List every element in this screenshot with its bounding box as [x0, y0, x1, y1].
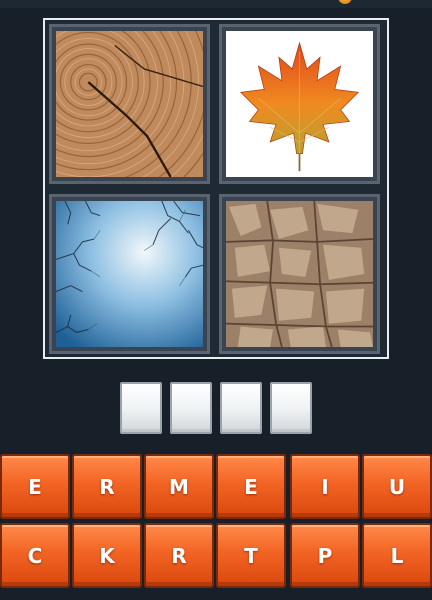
letter-key[interactable]: C — [0, 523, 70, 588]
answer-slot-2[interactable] — [170, 382, 212, 434]
letter-keyboard: E R M E I U C K R T P L — [0, 452, 432, 600]
answer-slot-4[interactable] — [270, 382, 312, 434]
picture-tile-maple-leaf[interactable] — [219, 24, 380, 184]
letter-key[interactable]: R — [144, 523, 214, 588]
letter-key[interactable]: U — [362, 454, 432, 519]
tree-bark-image — [226, 201, 373, 347]
top-bar — [0, 0, 432, 8]
coin-icon — [338, 0, 352, 4]
picture-tile-tree-bark[interactable] — [219, 194, 380, 354]
letter-key[interactable]: T — [216, 523, 286, 588]
letter-key[interactable]: M — [144, 454, 214, 519]
answer-slots — [120, 382, 314, 434]
picture-board — [43, 18, 389, 359]
letter-key[interactable]: I — [290, 454, 360, 519]
picture-tile-bare-branches[interactable] — [49, 194, 210, 354]
maple-leaf-image — [226, 31, 373, 177]
bare-branches-image — [56, 201, 203, 347]
letter-key[interactable]: L — [362, 523, 432, 588]
picture-tile-tree-rings[interactable] — [49, 24, 210, 184]
answer-slot-1[interactable] — [120, 382, 162, 434]
letter-key[interactable]: E — [216, 454, 286, 519]
letter-key[interactable]: P — [290, 523, 360, 588]
letter-key[interactable]: E — [0, 454, 70, 519]
tree-rings-image — [56, 31, 203, 177]
answer-slot-3[interactable] — [220, 382, 262, 434]
letter-key[interactable]: K — [72, 523, 142, 588]
letter-key[interactable]: R — [72, 454, 142, 519]
